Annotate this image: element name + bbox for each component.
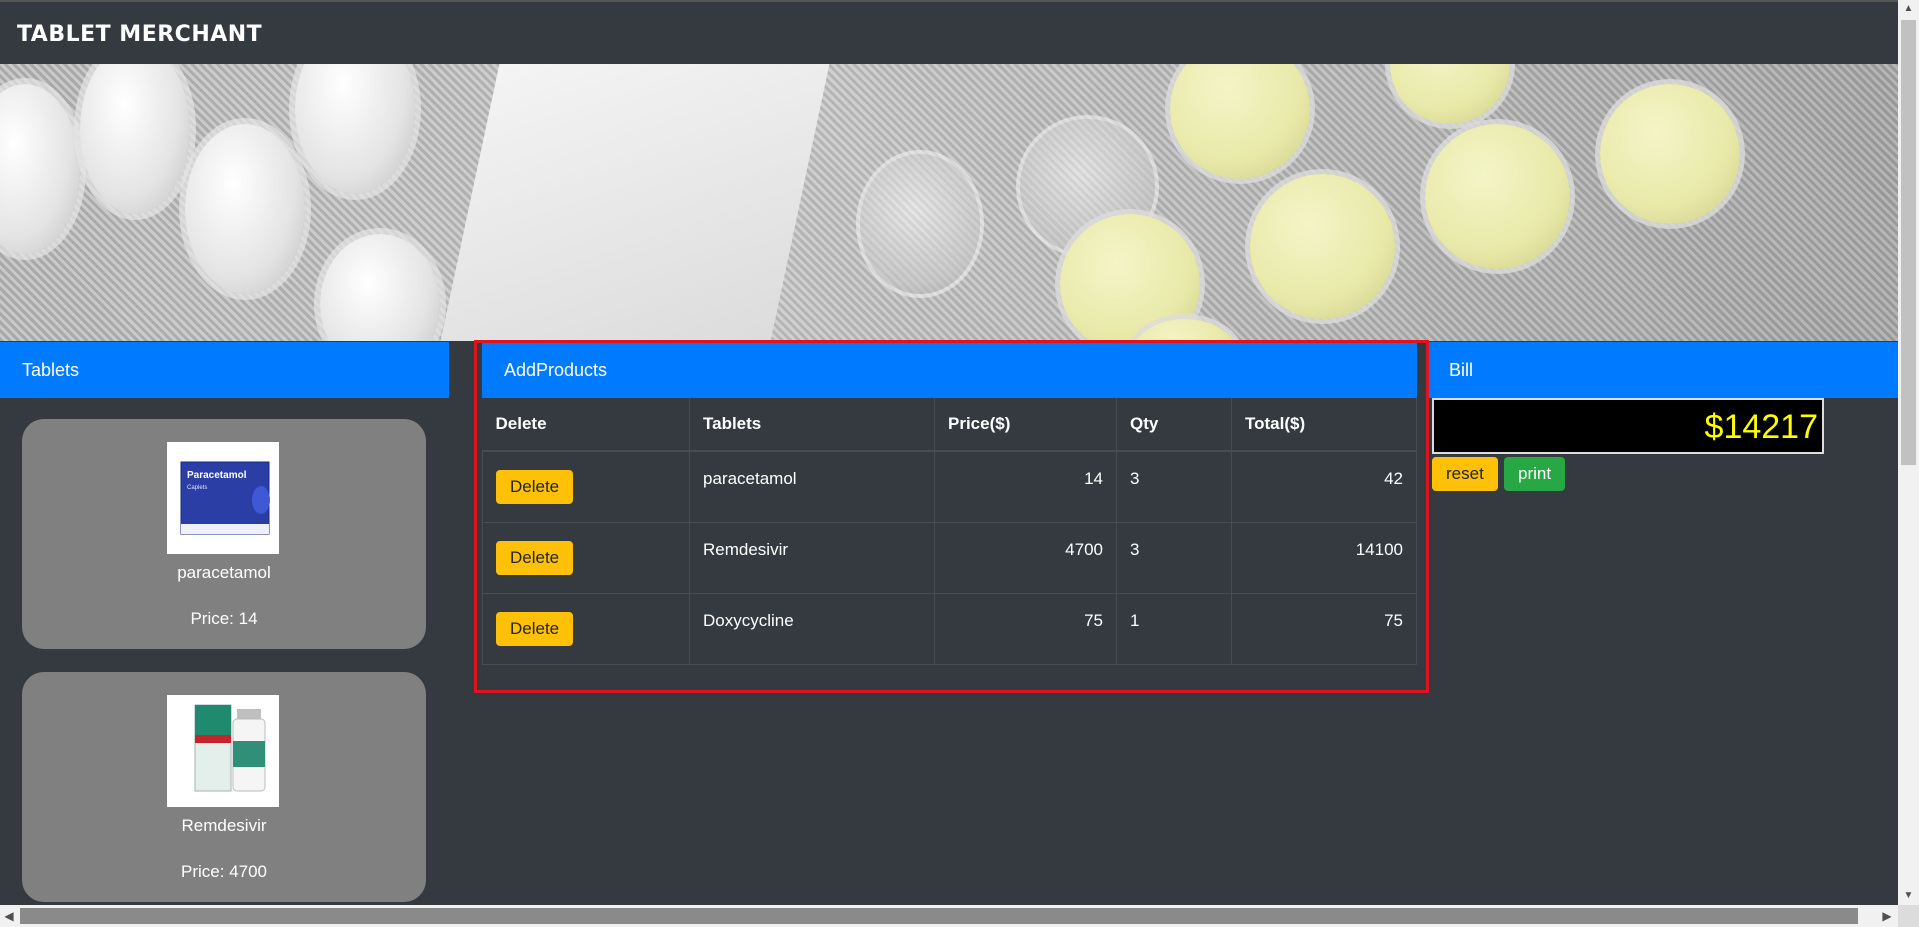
- scroll-up-icon[interactable]: ▲: [1898, 0, 1919, 18]
- pill-yellow-3: [1250, 174, 1395, 319]
- pill-white-1: [0, 84, 80, 254]
- navbar: TABLET MERCHANT: [0, 0, 1898, 64]
- pill-yellow-5: [1600, 84, 1740, 224]
- product-card-paracetamol[interactable]: Paracetamol Caplets paracetamol Price: 1…: [22, 419, 426, 649]
- bill-total-display: $14217: [1432, 398, 1824, 454]
- product-price: Price: 4700: [181, 862, 267, 881]
- bill-panel-header: Bill: [1427, 342, 1898, 398]
- pill-yellow-4: [1425, 124, 1570, 269]
- scrollbar-corner: [1898, 905, 1919, 927]
- banner-sheet: [440, 64, 830, 341]
- product-name: Remdesivir: [181, 816, 267, 835]
- vertical-scroll-thumb[interactable]: [1901, 20, 1916, 465]
- brand-title[interactable]: TABLET MERCHANT: [17, 22, 262, 47]
- horizontal-scroll-thumb[interactable]: [20, 908, 1858, 924]
- remdesivir-vial-image: [167, 695, 279, 807]
- svg-text:Caplets: Caplets: [187, 485, 207, 491]
- pill-yellow-6: [1390, 64, 1510, 124]
- product-card-remdesivir[interactable]: Remdesivir Price: 4700: [22, 672, 426, 902]
- horizontal-scrollbar[interactable]: ◀ ▶: [0, 905, 1898, 927]
- product-price: Price: 14: [190, 609, 258, 628]
- pill-empty-1: [860, 154, 980, 294]
- pill-white-5: [320, 234, 440, 341]
- vertical-scrollbar[interactable]: ▲ ▼: [1898, 0, 1919, 905]
- pill-white-2: [80, 64, 190, 214]
- svg-text:Paracetamol: Paracetamol: [187, 470, 247, 481]
- highlight-box: [474, 340, 1429, 693]
- scroll-left-icon[interactable]: ◀: [0, 905, 18, 927]
- reset-button[interactable]: reset: [1432, 457, 1498, 491]
- pill-yellow-1: [1170, 64, 1310, 179]
- pill-white-4: [295, 64, 415, 194]
- tablets-panel-header: Tablets: [0, 342, 449, 398]
- scroll-right-icon[interactable]: ▶: [1878, 905, 1896, 927]
- print-button[interactable]: print: [1504, 457, 1566, 491]
- paracetamol-box-image: Paracetamol Caplets: [167, 442, 279, 554]
- hero-banner-image: [0, 64, 1898, 341]
- pill-white-3: [185, 124, 305, 294]
- scroll-down-icon[interactable]: ▼: [1898, 887, 1919, 905]
- product-name: paracetamol: [177, 563, 271, 582]
